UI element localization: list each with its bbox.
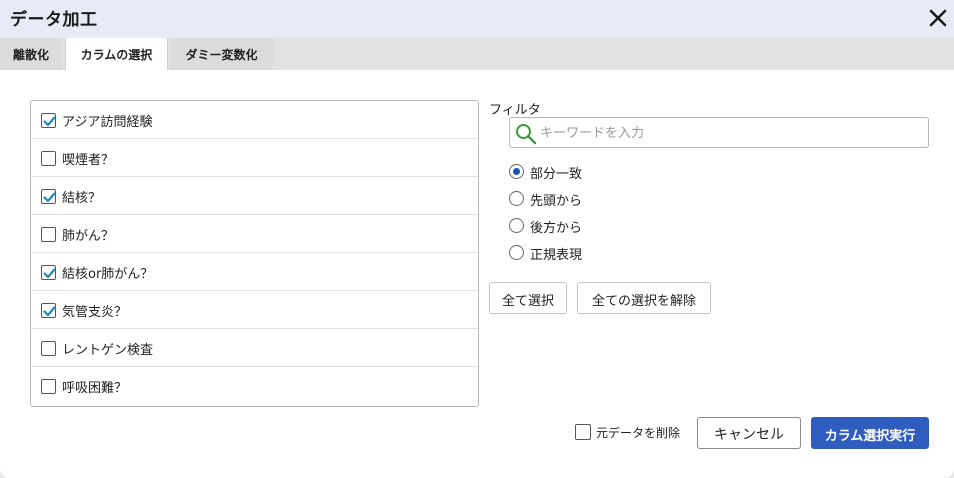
column-list: アジア訪問経験 喫煙者？ 結核？ 肺がん？ 結核or肺がん？ 気管支炎？ レント… [30,100,479,407]
column-label: 結核？ [62,191,102,206]
clear-selection-button[interactable]: 全ての選択を解除 [577,282,711,314]
tab-dummy-variables[interactable]: ダミー変数化 [170,38,273,70]
column-checkbox[interactable] [41,265,56,280]
column-checkbox[interactable] [41,151,56,166]
tab-discretize[interactable]: 離散化 [0,38,62,70]
column-checkbox[interactable] [41,189,56,204]
column-item[interactable]: 気管支炎？ [31,291,478,329]
column-checkbox[interactable] [41,113,56,128]
column-item[interactable]: レントゲン検査 [31,329,478,367]
tab-bar: 離散化 カラムの選択 ダミー変数化 [0,38,954,70]
run-column-select-button[interactable]: カラム選択実行 [811,417,929,449]
column-item[interactable]: アジア訪問経験 [31,101,478,139]
column-item[interactable]: 呼吸困難？ [31,367,478,405]
radio-label: 先頭から [530,194,583,209]
search-icon [515,123,537,149]
column-item[interactable]: 肺がん？ [31,215,478,253]
search-box [509,117,929,148]
radio-label: 正規表現 [530,248,583,263]
search-input[interactable] [540,124,920,142]
column-item[interactable]: 喫煙者？ [31,139,478,177]
tab-column-select[interactable]: カラムの選択 [65,38,168,70]
column-checkbox[interactable] [41,341,56,356]
dialog-titlebar: データ加工 [0,0,954,38]
delete-original-checkbox[interactable] [575,424,591,440]
select-all-button[interactable]: 全て選択 [489,282,567,314]
column-label: 結核or肺がん？ [62,267,154,282]
column-item[interactable]: 結核？ [31,177,478,215]
cancel-button[interactable]: キャンセル [697,417,801,449]
column-checkbox[interactable] [41,303,56,318]
radio-label: 後方から [530,221,583,236]
column-label: アジア訪問経験 [62,115,153,130]
column-checkbox[interactable] [41,379,56,394]
column-checkbox[interactable] [41,227,56,242]
radio-label: 部分一致 [530,167,583,182]
radio-button[interactable] [509,191,524,206]
column-item[interactable]: 結核or肺がん？ [31,253,478,291]
column-label: 呼吸困難？ [62,381,128,396]
filter-label: フィルタ [489,103,541,118]
column-label: 気管支炎？ [62,305,128,320]
delete-original-label: 元データを削除 [596,426,681,440]
close-icon[interactable] [928,8,948,28]
column-label: 喫煙者？ [62,153,115,168]
column-label: レントゲン検査 [62,343,154,358]
column-label: 肺がん？ [62,229,115,244]
radio-button[interactable] [509,164,524,179]
radio-button[interactable] [509,245,524,260]
data-processing-dialog: データ加工 離散化 カラムの選択 ダミー変数化 アジア訪問経験 喫煙者？ 結核？… [0,0,954,478]
dialog-title: データ加工 [10,10,98,30]
radio-button[interactable] [509,218,524,233]
